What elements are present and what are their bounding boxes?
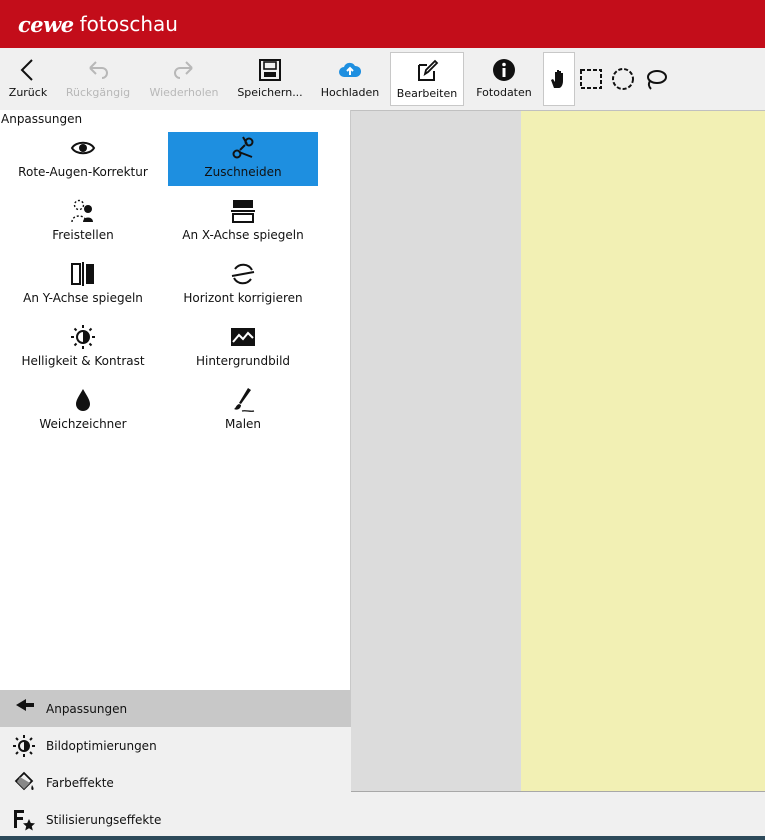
undo-icon [89, 61, 108, 79]
tool-blur[interactable]: Weichzeichner [8, 384, 158, 438]
eye-icon [70, 141, 96, 155]
tool-flip-y[interactable]: An Y-Achse spiegeln [8, 258, 158, 312]
background-image-icon [231, 328, 255, 346]
back-button[interactable]: Zurück [6, 52, 50, 106]
photo-canvas[interactable] [351, 110, 765, 792]
horizon-icon [231, 263, 255, 285]
selection-tools [543, 52, 671, 106]
edit-button[interactable]: Bearbeiten [390, 52, 464, 106]
save-button[interactable]: Speichern... [236, 52, 304, 106]
hand-tool-button[interactable] [543, 52, 575, 106]
tool-crop[interactable]: Zuschneiden [168, 132, 318, 186]
info-icon [493, 59, 515, 81]
rectangle-select-icon [580, 69, 602, 89]
nav-stylization-effects[interactable]: Stilisierungseffekte [0, 801, 351, 838]
rectangle-select-button[interactable] [575, 52, 607, 106]
arrow-left-icon [16, 698, 34, 711]
flip-vertical-axis-icon [71, 262, 94, 286]
photo-preview[interactable] [521, 111, 765, 791]
brush-icon [234, 388, 255, 412]
redo-button[interactable]: Wiederholen [148, 52, 220, 106]
cutout-person-icon [71, 199, 93, 223]
upload-button[interactable]: Hochladen [318, 52, 382, 106]
brand-logo: cewe [18, 11, 74, 37]
lasso-icon [647, 70, 667, 90]
save-icon [259, 59, 281, 81]
chevron-left-icon [20, 59, 33, 81]
ellipse-select-icon [612, 68, 634, 90]
redo-icon [174, 61, 193, 79]
hand-icon [551, 70, 563, 88]
tool-cutout[interactable]: Freistellen [8, 195, 158, 249]
tool-flip-x[interactable]: An X-Achse spiegeln [168, 195, 318, 249]
panel-heading: Anpassungen [1, 112, 83, 126]
toolbar: Zurück Rückgängig Wiederholen Speichern.… [0, 48, 765, 108]
tool-paint[interactable]: Malen [168, 384, 318, 438]
app-name: fotoschau [79, 12, 178, 36]
edit-icon [418, 59, 439, 81]
sun-icon [13, 734, 35, 757]
paint-bucket-icon [14, 771, 34, 790]
tool-red-eye[interactable]: Rote-Augen-Korrektur [8, 132, 158, 186]
scissors-icon [232, 136, 254, 159]
tool-background-image[interactable]: Hintergrundbild [168, 321, 318, 375]
nav-image-optimizations[interactable]: Bildoptimierungen [0, 727, 351, 764]
cloud-upload-icon [339, 62, 362, 77]
nav-color-effects[interactable]: Farbeffekte [0, 764, 351, 801]
lasso-select-button[interactable] [639, 52, 671, 106]
f-star-icon [14, 809, 35, 830]
tool-horizon[interactable]: Horizont korrigieren [168, 258, 318, 312]
ellipse-select-button[interactable] [607, 52, 639, 106]
bottom-navigation: Anpassungen Bildoptimierungen Farbeffekt… [0, 690, 351, 838]
nav-adjustments[interactable]: Anpassungen [0, 690, 351, 727]
tool-brightness[interactable]: Helligkeit & Kontrast [8, 321, 158, 375]
bottom-edge [0, 836, 765, 840]
undo-button[interactable]: Rückgängig [64, 52, 132, 106]
flip-horizontal-axis-icon [231, 200, 255, 223]
drop-icon [76, 389, 90, 411]
brightness-icon [71, 325, 95, 349]
photo-data-button[interactable]: Fotodaten [472, 52, 536, 106]
title-bar: cewe fotoschau [0, 0, 765, 48]
